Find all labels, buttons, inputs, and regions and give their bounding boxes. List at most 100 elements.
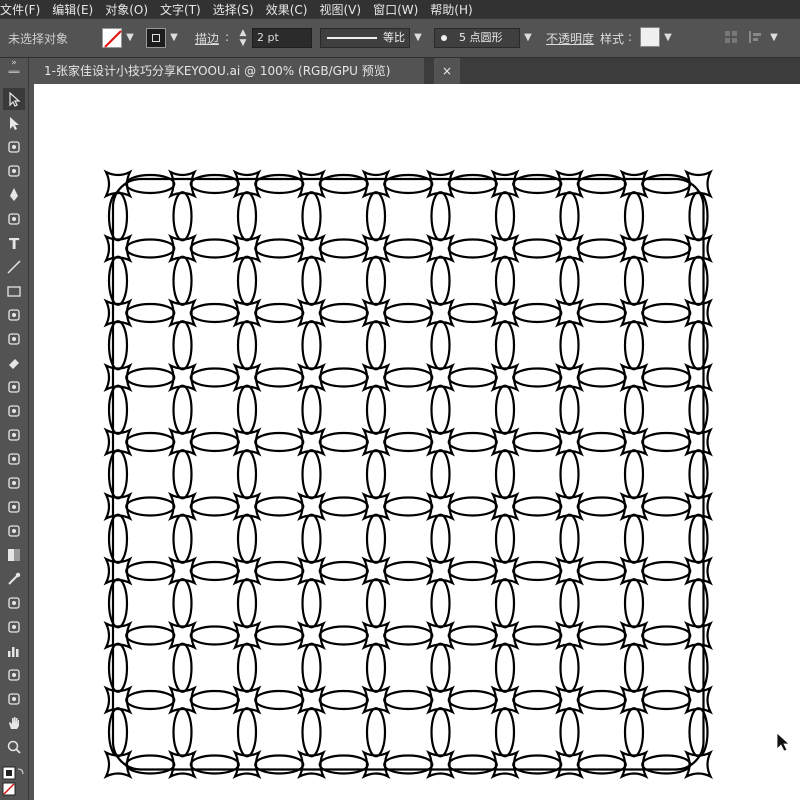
selection-tool-icon[interactable]	[3, 88, 25, 110]
menu-file[interactable]: 文件(F)	[0, 1, 46, 18]
horizontal-ellipse	[383, 560, 434, 582]
shape-builder-tool-icon[interactable]	[3, 472, 25, 494]
vertical-ellipse	[559, 578, 580, 629]
width-tool-icon[interactable]	[3, 424, 25, 446]
mesh-tool-icon[interactable]	[3, 520, 25, 542]
stroke-label[interactable]: 描边	[195, 30, 219, 47]
column-graph-tool-icon[interactable]	[3, 640, 25, 662]
close-tab-icon[interactable]: ×	[434, 58, 460, 84]
line-tool-icon[interactable]	[3, 256, 25, 278]
zoom-tool-icon[interactable]	[3, 736, 25, 758]
pen-tool-icon[interactable]	[3, 184, 25, 206]
menu-edit[interactable]: 编辑(E)	[52, 1, 99, 18]
horizontal-ellipse	[318, 625, 369, 646]
rotate-tool-icon[interactable]	[3, 376, 25, 398]
artboard-tool-icon[interactable]	[3, 664, 25, 686]
vertical-ellipse	[172, 384, 193, 435]
symbol-sprayer-tool-icon[interactable]	[3, 616, 25, 638]
align-grid-icon[interactable]	[724, 30, 738, 47]
junction-star	[426, 492, 455, 521]
scale-tool-icon[interactable]	[3, 400, 25, 422]
paintbrush-tool-icon[interactable]	[3, 304, 25, 326]
junction-star	[103, 234, 133, 263]
horizontal-ellipse	[189, 625, 240, 646]
panel-collapse-icon[interactable]: » ══	[0, 58, 28, 84]
slice-tool-icon[interactable]	[3, 688, 25, 710]
stroke-profile-select[interactable]: 等比	[320, 28, 410, 48]
vertical-ellipse	[301, 255, 322, 306]
junction-star	[619, 621, 649, 650]
stroke-weight-stepper[interactable]: ▲ ▼	[236, 28, 250, 48]
perspective-grid-tool-icon[interactable]	[3, 496, 25, 518]
lasso-tool-icon[interactable]	[3, 160, 25, 182]
opacity-label[interactable]: 不透明度	[546, 30, 594, 47]
junction-star	[619, 234, 649, 263]
menu-effect[interactable]: 效果(C)	[266, 1, 314, 18]
stroke-color-swatch[interactable]	[146, 28, 166, 48]
junction-star	[426, 169, 455, 199]
curvature-tool-icon[interactable]	[3, 208, 25, 230]
menu-window[interactable]: 窗口(W)	[373, 1, 424, 18]
eyedropper-tool-icon[interactable]	[3, 568, 25, 590]
horizontal-ellipse	[125, 754, 176, 775]
menu-help[interactable]: 帮助(H)	[430, 1, 478, 18]
menu-select[interactable]: 选择(S)	[213, 1, 260, 18]
horizontal-ellipse	[383, 367, 434, 388]
horizontal-ellipse	[447, 560, 498, 582]
style-dropdown-chevron-icon[interactable]: ▼	[662, 28, 674, 48]
vertical-ellipse	[365, 642, 387, 693]
horizontal-ellipse	[576, 173, 627, 195]
junction-star	[361, 556, 391, 586]
artboard-canvas[interactable]	[34, 84, 800, 800]
free-transform-tool-icon[interactable]	[3, 448, 25, 470]
horizontal-ellipse	[447, 754, 498, 775]
horizontal-ellipse	[641, 625, 692, 646]
shaper-tool-icon[interactable]	[3, 328, 25, 350]
profile-dropdown-chevron-icon[interactable]: ▼	[412, 28, 424, 48]
horizontal-ellipse	[383, 496, 434, 517]
junction-star	[555, 750, 584, 779]
hand-tool-icon[interactable]	[3, 712, 25, 734]
vertical-ellipse	[559, 255, 580, 306]
svg-text:T: T	[9, 235, 20, 251]
magic-wand-tool-icon[interactable]	[3, 136, 25, 158]
fill-dropdown-chevron-icon[interactable]: ▼	[124, 28, 136, 48]
rectangle-tool-icon[interactable]	[3, 280, 25, 302]
vertical-ellipse	[301, 513, 322, 564]
horizontal-ellipse	[254, 560, 305, 582]
vertical-ellipse	[301, 642, 322, 693]
document-tab[interactable]: 1-张家佳设计小技巧分享KEYOOU.ai @ 100% (RGB/GPU 预览…	[34, 58, 424, 84]
junction-star	[297, 427, 326, 457]
menu-view[interactable]: 视图(V)	[319, 1, 367, 18]
blend-tool-icon[interactable]	[3, 592, 25, 614]
junction-star	[297, 234, 326, 263]
stroke-dropdown-chevron-icon[interactable]: ▼	[168, 28, 180, 48]
graphic-style-swatch[interactable]	[640, 27, 660, 47]
junction-star	[684, 556, 713, 586]
junction-star	[232, 492, 262, 521]
vertical-ellipse	[107, 578, 129, 629]
align-dropdown-chevron-icon[interactable]: ▼	[768, 28, 780, 48]
menu-object[interactable]: 对象(O)	[105, 1, 154, 18]
horizontal-ellipse	[641, 431, 692, 453]
brush-dropdown-chevron-icon[interactable]: ▼	[522, 28, 534, 48]
junction-star	[684, 298, 713, 328]
brush-select[interactable]: 5 点圆形	[434, 28, 520, 48]
direct-selection-tool-icon[interactable]	[3, 112, 25, 134]
vertical-ellipse	[301, 449, 322, 500]
eraser-tool-icon[interactable]	[3, 352, 25, 374]
junction-star	[232, 621, 262, 650]
align-options-icon[interactable]	[748, 30, 764, 47]
junction-star	[619, 298, 649, 328]
fill-color-swatch[interactable]	[102, 28, 122, 48]
gradient-tool-icon[interactable]	[3, 544, 25, 566]
menu-type[interactable]: 文字(T)	[160, 1, 207, 18]
fill-stroke-swatches[interactable]	[2, 766, 26, 796]
junction-star	[168, 685, 197, 715]
stroke-weight-input[interactable]: 2 pt	[252, 28, 312, 48]
horizontal-ellipse	[383, 625, 434, 646]
type-tool-icon[interactable]: T	[3, 232, 25, 254]
vertical-ellipse	[365, 320, 387, 371]
lattice-artwork[interactable]	[34, 84, 800, 800]
junction-star	[361, 750, 391, 779]
